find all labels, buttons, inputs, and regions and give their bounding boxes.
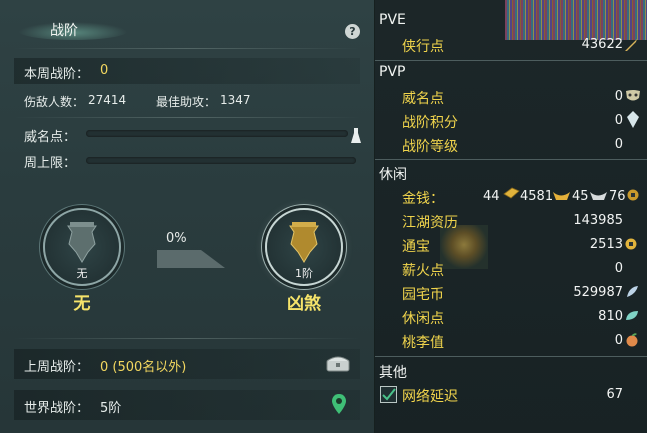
section-divider — [375, 60, 647, 61]
crystal-icon — [627, 111, 639, 128]
background-game-glimpse — [505, 0, 647, 40]
pvp-header: PVP — [379, 64, 406, 80]
leisure-item-label: 通宝 — [402, 239, 430, 255]
stats-divider — [14, 117, 360, 118]
leisure-item-value: 0 — [614, 333, 623, 348]
next-rank-name: 凶煞 — [287, 294, 321, 314]
leisure-item-value: 2513 — [589, 237, 623, 252]
world-rank-row: 世界战阶： 5阶 — [14, 390, 360, 420]
leisure-item-label: 园宅币 — [402, 287, 444, 303]
pvp-item-label: 战阶积分 — [402, 115, 458, 131]
prestige-bar — [86, 130, 348, 137]
leisure-item-label: 江湖资历 — [402, 215, 458, 231]
last-week-rank-row: 上周战阶： 0 (500名以外) — [14, 349, 360, 379]
silver-ingot-value: 45 — [572, 189, 589, 204]
other-item-label: 网络延迟 — [402, 389, 458, 405]
peach-icon — [626, 333, 638, 347]
leaf-icon — [626, 311, 638, 320]
leisure-item-value: 0 — [614, 261, 623, 276]
chest-icon[interactable] — [326, 355, 350, 372]
flask-icon — [351, 128, 361, 143]
pvp-item-label: 战阶等级 — [402, 139, 458, 155]
header-divider — [14, 48, 360, 49]
silver-ingot-icon — [590, 192, 607, 200]
current-rank-caption: 无 — [76, 267, 88, 280]
leisure-header: 休闲 — [379, 167, 407, 183]
battle-rank-panel: 战阶 ? 本周战阶： 0 伤敌人数： 27414 最佳助攻： 1347 威名点：… — [0, 0, 375, 433]
prestige-label: 威名点： — [24, 130, 77, 145]
gold-ingot-value: 4581 — [520, 189, 554, 204]
pvp-item-value: 0 — [614, 89, 623, 104]
copper-coin-icon — [627, 189, 639, 201]
pvp-item-value: 0 — [614, 137, 623, 152]
gold-banner-icon — [289, 222, 319, 263]
week-rank-value: 0 — [100, 63, 109, 78]
mask-icon — [626, 90, 640, 101]
rank-divider — [14, 338, 360, 339]
leisure-item-label: 休闲点 — [402, 311, 444, 327]
pvp-item-label: 威名点 — [402, 91, 444, 107]
money-label: 金钱： — [402, 191, 444, 207]
coin-icon — [625, 238, 637, 250]
kills-label: 伤敌人数： — [24, 95, 85, 109]
last-week-label: 上周战阶： — [24, 360, 90, 375]
last-week-value: 0 (500名以外) — [100, 360, 187, 375]
pve-header: PVE — [379, 12, 406, 28]
section-divider — [375, 356, 647, 357]
assists-label: 最佳助攻： — [156, 95, 217, 109]
leisure-item-label: 薪火点 — [402, 263, 444, 279]
gold-bar-value: 44 — [483, 189, 500, 204]
leisure-item-value: 529987 — [573, 285, 623, 300]
world-rank-value: 5阶 — [100, 401, 122, 416]
panel-title: 战阶 — [50, 23, 78, 39]
panel-header: 战阶 ? — [0, 0, 374, 50]
progress-arrow-icon — [157, 250, 225, 268]
help-button[interactable]: ? — [345, 24, 360, 39]
current-rank-name: 无 — [73, 294, 91, 314]
assists-value: 1347 — [220, 93, 251, 107]
leisure-item-label: 桃李值 — [402, 335, 444, 351]
currency-panel: PVE 侠行点 43622 PVP 威名点 0 战阶积分 0 战阶等级 0 休闲… — [375, 0, 647, 433]
coin-value: 76 — [609, 189, 626, 204]
current-rank-medal[interactable]: 无 — [43, 208, 121, 286]
gold-bar-icon — [503, 187, 520, 199]
weekly-cap-label: 周上限： — [24, 156, 77, 171]
weekly-cap-bar — [86, 157, 356, 164]
week-rank-label: 本周战阶： — [24, 67, 90, 82]
world-rank-label: 世界战阶： — [24, 401, 90, 416]
kills-value: 27414 — [88, 93, 127, 107]
pve-item-value: 43622 — [581, 37, 623, 52]
latency-checkbox[interactable] — [380, 386, 397, 403]
pvp-item-value: 0 — [614, 113, 623, 128]
leisure-item-value: 810 — [598, 309, 623, 324]
next-rank-medal[interactable]: 1阶 — [265, 208, 343, 286]
sword-icon — [625, 39, 637, 51]
other-item-value: 67 — [606, 387, 623, 402]
feather-icon — [627, 286, 638, 297]
banner-icon — [67, 222, 97, 263]
checkmark-icon — [382, 388, 396, 401]
week-rank-row: 本周战阶： 0 — [14, 58, 360, 84]
pve-item-label: 侠行点 — [402, 39, 444, 55]
other-header: 其他 — [379, 365, 407, 381]
next-rank-caption: 1阶 — [295, 267, 313, 280]
gold-ingot-icon — [553, 192, 570, 200]
leisure-item-value: 143985 — [573, 213, 623, 228]
section-divider — [375, 159, 647, 160]
location-pin-icon[interactable] — [332, 394, 346, 414]
